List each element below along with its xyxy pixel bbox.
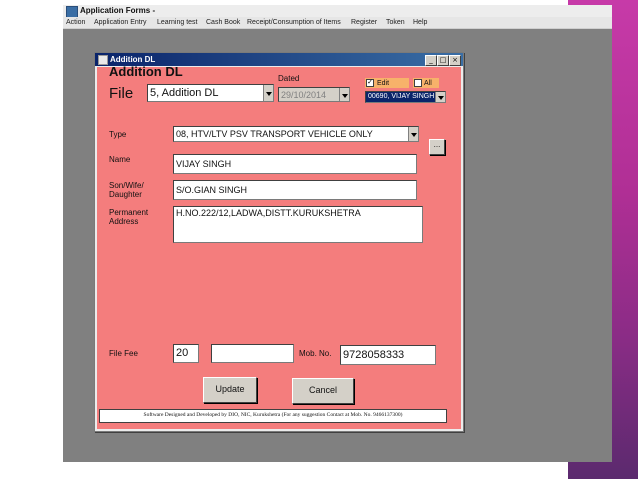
type-select-value: 08, HTV/LTV PSV TRANSPORT VEHICLE ONLY	[176, 129, 373, 139]
chevron-down-icon[interactable]	[435, 92, 445, 102]
menu-cash-book[interactable]: Cash Book	[206, 17, 240, 28]
footer-credits: Software Designed and Developed by DIO, …	[99, 409, 447, 423]
form-heading: Addition DL	[109, 64, 183, 79]
file-fee-extra-field[interactable]	[211, 344, 294, 363]
name-label: Name	[109, 155, 131, 164]
menu-token[interactable]: Token	[386, 17, 405, 28]
address-value: H.NO.222/12,LADWA,DISTT.KURUKSHETRA	[176, 208, 361, 218]
menu-receipt-consumption[interactable]: Receipt/Consumption of Items	[247, 17, 341, 28]
maximize-icon[interactable]: □	[437, 55, 449, 66]
relation-label-line1: Son/Wife/	[109, 181, 144, 190]
cancel-button[interactable]: Cancel	[292, 378, 354, 404]
dated-value: 29/10/2014	[281, 90, 327, 100]
menu-application-entry[interactable]: Application Entry	[94, 17, 147, 28]
file-fee-value: 20	[176, 347, 189, 359]
close-icon[interactable]: ×	[449, 55, 461, 66]
menu-bar: Action Application Entry Learning test C…	[63, 17, 612, 29]
edit-checkbox[interactable]: ✓	[366, 79, 374, 87]
user-select[interactable]: 00690, VIJAY SINGH	[365, 91, 446, 103]
form-panel: Addition DL File 5, Addition DL Dated 29…	[97, 64, 461, 429]
window-icon	[98, 55, 108, 65]
cancel-button-label: Cancel	[308, 385, 337, 395]
menu-action[interactable]: Action	[66, 17, 85, 28]
update-button-label: Update	[215, 384, 245, 394]
name-value: VIJAY SINGH	[176, 159, 232, 169]
user-select-value: 00690, VIJAY SINGH	[368, 93, 435, 100]
menu-help[interactable]: Help	[413, 17, 427, 28]
update-button[interactable]: Update	[203, 377, 257, 403]
all-label: All	[424, 80, 432, 87]
app-title: Application Forms -	[80, 6, 156, 15]
chevron-down-icon[interactable]	[408, 127, 418, 141]
relation-label-line2: Daughter	[109, 190, 142, 199]
name-field[interactable]: VIJAY SINGH	[173, 154, 417, 174]
type-label: Type	[109, 130, 127, 139]
file-select-value: 5, Addition DL	[150, 87, 219, 99]
minimize-icon[interactable]: _	[425, 55, 437, 66]
edit-option[interactable]: ✓ Edit	[365, 78, 409, 88]
address-label-line1: Permanent	[109, 208, 149, 217]
mobile-label: Mob. No.	[299, 349, 332, 358]
file-fee-label: File Fee	[109, 349, 138, 358]
mobile-value: 9728058333	[343, 349, 405, 361]
addition-dl-dialog: Addition DL _ □ × Addition DL File 5, Ad…	[94, 52, 464, 432]
relation-field[interactable]: S/O.GIAN SINGH	[173, 180, 417, 200]
all-checkbox[interactable]	[414, 79, 422, 87]
menu-learning-test[interactable]: Learning test	[157, 17, 197, 28]
edit-label: Edit	[377, 80, 390, 87]
mobile-field[interactable]: 9728058333	[340, 345, 436, 365]
file-select[interactable]: 5, Addition DL	[147, 84, 274, 102]
file-fee-field[interactable]: 20	[173, 344, 199, 363]
address-label-line2: Address	[109, 217, 139, 226]
relation-value: S/O.GIAN SINGH	[176, 185, 248, 195]
address-field[interactable]: H.NO.222/12,LADWA,DISTT.KURUKSHETRA	[173, 206, 423, 243]
menu-register[interactable]: Register	[351, 17, 377, 28]
more-options-button[interactable]: ...	[429, 139, 445, 155]
file-label: File	[109, 85, 134, 102]
type-select[interactable]: 08, HTV/LTV PSV TRANSPORT VEHICLE ONLY	[173, 126, 419, 142]
all-option[interactable]: All	[413, 78, 439, 88]
dated-field[interactable]: 29/10/2014	[278, 87, 350, 102]
chevron-down-icon[interactable]	[339, 88, 349, 101]
chevron-down-icon[interactable]	[263, 85, 273, 101]
dated-label: Dated	[278, 74, 300, 83]
